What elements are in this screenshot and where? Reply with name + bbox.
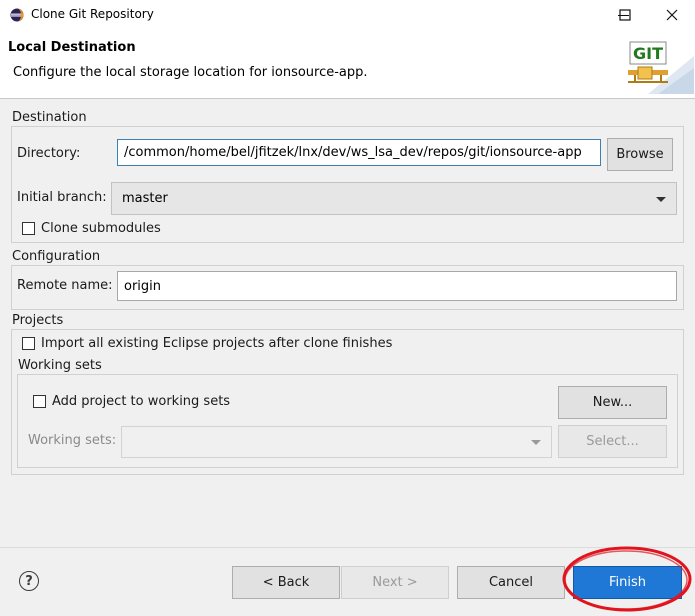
initial-branch-select[interactable]: master (111, 182, 677, 215)
page-description: Configure the local storage location for… (13, 65, 368, 80)
remote-name-value: origin (124, 278, 162, 294)
remote-name-input[interactable]: origin (117, 271, 677, 301)
directory-label: Directory: (17, 146, 81, 161)
title-bar: Clone Git Repository (0, 0, 695, 30)
import-projects-checkbox[interactable] (22, 337, 35, 350)
help-icon[interactable]: ? (19, 571, 39, 591)
git-logo-text: GIT (633, 44, 663, 63)
add-to-working-sets-label: Add project to working sets (52, 394, 231, 409)
wizard-header: Local Destination Configure the local st… (0, 30, 695, 99)
maximize-button[interactable] (602, 0, 648, 30)
new-working-set-button[interactable]: New... (558, 386, 667, 419)
git-logo-icon: GIT (628, 41, 694, 94)
page-title: Local Destination (8, 40, 136, 55)
cancel-button[interactable]: Cancel (457, 566, 565, 599)
import-projects-label: Import all existing Eclipse projects aft… (41, 336, 393, 351)
next-button[interactable]: Next > (341, 566, 449, 599)
browse-button[interactable]: Browse (607, 138, 673, 171)
chevron-down-icon (656, 196, 666, 202)
chevron-down-icon (531, 440, 541, 445)
close-button[interactable] (649, 0, 695, 30)
add-to-working-sets-checkbox[interactable] (33, 395, 46, 408)
remote-name-label: Remote name: (17, 278, 113, 293)
annotation-circle (562, 546, 692, 612)
eclipse-icon (10, 8, 24, 22)
maximize-icon (619, 9, 631, 21)
clone-submodules-checkbox[interactable] (22, 222, 35, 235)
working-sets-group-label: Working sets (17, 358, 103, 374)
destination-group-label: Destination (11, 110, 88, 126)
back-button[interactable]: < Back (232, 566, 340, 599)
working-sets-label: Working sets: (28, 433, 117, 448)
window-title: Clone Git Repository (31, 7, 154, 21)
close-icon (666, 9, 678, 21)
configuration-group-label: Configuration (11, 249, 102, 265)
select-working-sets-button[interactable]: Select... (558, 425, 667, 458)
initial-branch-label: Initial branch: (17, 190, 107, 205)
clone-submodules-label: Clone submodules (41, 221, 161, 236)
directory-input-value: /common/home/bel/jfitzek/lnx/dev/ws_lsa_… (124, 145, 582, 160)
working-sets-select[interactable] (121, 426, 552, 458)
projects-group-label: Projects (11, 313, 65, 329)
initial-branch-value: master (122, 191, 168, 206)
directory-input[interactable]: /common/home/bel/jfitzek/lnx/dev/ws_lsa_… (117, 139, 601, 166)
